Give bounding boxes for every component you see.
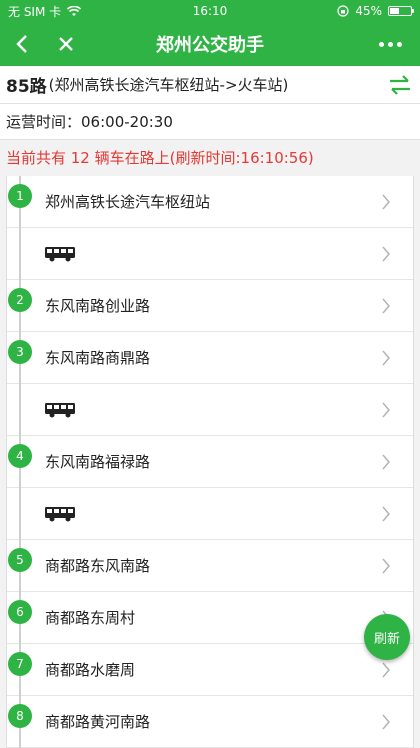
stop-list: 1 郑州高铁长途汽车枢纽站 2 东风南路创业路 3 东风南路商鼎路 4 东风南路福禄路 5 商都路… xyxy=(6,176,414,748)
route-line xyxy=(19,488,21,540)
stop-name: 东风南路商鼎路 xyxy=(45,349,151,367)
route-direction: (郑州高铁长途汽车枢纽站->火车站) xyxy=(48,76,289,94)
chevron-right-icon xyxy=(382,714,390,730)
bus-position-row[interactable] xyxy=(7,228,413,280)
stop-index-badge: 6 xyxy=(8,600,32,624)
stop-row[interactable]: 8 商都路黄河南路 xyxy=(7,696,413,748)
stop-row[interactable]: 5 商都路东风南路 xyxy=(7,540,413,592)
chevron-right-icon xyxy=(382,506,390,522)
hours-value: 06:00-20:30 xyxy=(81,112,173,131)
stop-name: 东风南路福禄路 xyxy=(45,453,151,471)
bus-count-notice: 当前共有 12 辆车在路上(刷新时间:16:10:56) xyxy=(6,148,314,167)
close-icon xyxy=(59,37,73,51)
battery-percent: 45% xyxy=(355,4,382,18)
stop-name: 商都路东周村 xyxy=(45,609,136,627)
stop-index-badge: 3 xyxy=(8,340,32,364)
route-line xyxy=(19,228,21,280)
close-button[interactable] xyxy=(44,22,88,66)
swap-direction-icon[interactable] xyxy=(388,74,412,96)
battery-icon xyxy=(388,6,414,16)
bus-icon xyxy=(45,506,75,521)
stop-index-badge: 5 xyxy=(8,548,32,572)
bus-position-row[interactable] xyxy=(7,488,413,540)
stop-name: 商都路黄河南路 xyxy=(45,713,151,731)
bus-icon xyxy=(45,246,75,261)
back-button[interactable] xyxy=(0,22,44,66)
stop-row[interactable]: 2 东风南路创业路 xyxy=(7,280,413,332)
chevron-left-icon xyxy=(16,35,27,53)
chevron-right-icon xyxy=(382,350,390,366)
navbar: 郑州公交助手 xyxy=(0,22,420,66)
stop-row[interactable]: 6 商都路东周村 xyxy=(7,592,413,644)
stop-row[interactable]: 7 商都路水磨周 xyxy=(7,644,413,696)
route-header: 85路 (郑州高铁长途汽车枢纽站->火车站) xyxy=(0,66,420,104)
chevron-right-icon xyxy=(382,246,390,262)
chevron-right-icon xyxy=(382,558,390,574)
route-line xyxy=(19,384,21,436)
stop-name: 东风南路创业路 xyxy=(45,297,151,315)
stop-index-badge: 2 xyxy=(8,288,32,312)
stop-index-badge: 1 xyxy=(8,184,32,208)
stop-index-badge: 8 xyxy=(8,704,32,728)
stop-index-badge: 4 xyxy=(8,444,32,468)
operating-hours: 运营时间： 06:00-20:30 xyxy=(0,104,420,140)
hours-label: 运营时间： xyxy=(6,113,82,131)
chevron-right-icon xyxy=(382,298,390,314)
stop-name: 商都路水磨周 xyxy=(45,661,136,679)
chevron-right-icon xyxy=(382,454,390,470)
chevron-right-icon xyxy=(382,662,390,678)
status-bar: 无 SIM 卡 16:10 45% xyxy=(0,0,420,22)
route-number: 85路 xyxy=(6,77,47,97)
stop-row[interactable]: 3 东风南路商鼎路 xyxy=(7,332,413,384)
chevron-right-icon xyxy=(382,194,390,210)
stop-name: 郑州高铁长途汽车枢纽站 xyxy=(45,193,211,211)
bus-position-row[interactable] xyxy=(7,384,413,436)
stop-name: 商都路东风南路 xyxy=(45,557,151,575)
orientation-lock-icon xyxy=(337,5,349,17)
chevron-right-icon xyxy=(382,402,390,418)
stop-row[interactable]: 1 郑州高铁长途汽车枢纽站 xyxy=(7,176,413,228)
wifi-icon xyxy=(67,5,82,16)
stop-row[interactable]: 4 东风南路福禄路 xyxy=(7,436,413,488)
refresh-button[interactable]: 刷新 xyxy=(364,614,410,660)
more-button[interactable] xyxy=(368,22,412,66)
more-dots-icon xyxy=(378,41,402,47)
bus-icon xyxy=(45,402,75,417)
stop-index-badge: 7 xyxy=(8,652,32,676)
carrier-label: 无 SIM 卡 xyxy=(8,4,62,19)
